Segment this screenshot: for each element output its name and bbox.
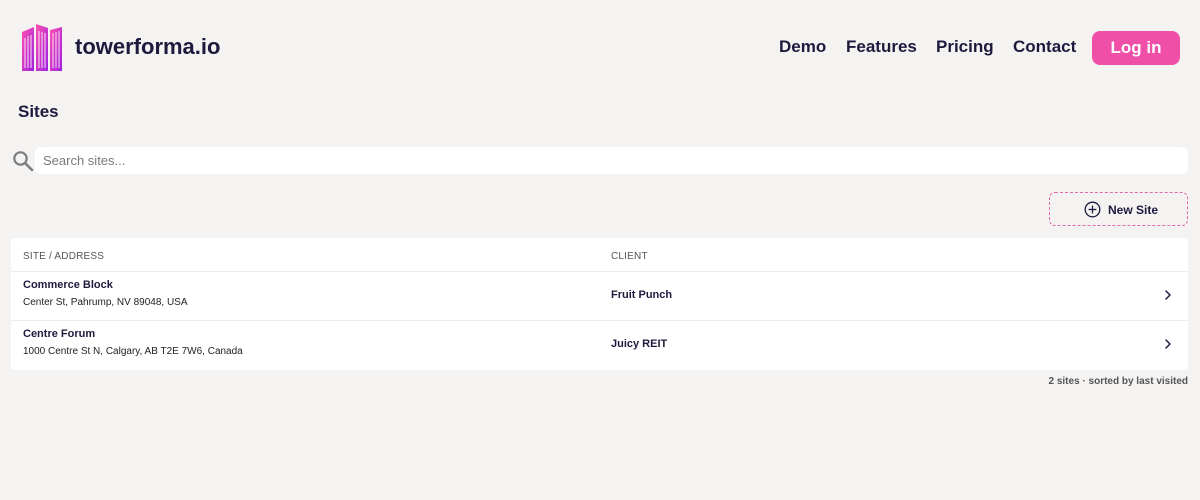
nav-pricing[interactable]: Pricing (936, 37, 994, 57)
search-icon (13, 151, 34, 172)
column-header-site[interactable]: SITE / ADDRESS (23, 251, 104, 262)
site-client: Juicy REIT (611, 338, 668, 350)
sites-summary: 2 sites · sorted by last visited (1048, 376, 1189, 387)
login-button[interactable]: Log in (1092, 31, 1180, 65)
nav-features[interactable]: Features (846, 37, 917, 57)
new-site-button[interactable]: New Site (1049, 192, 1188, 226)
table-row[interactable]: Centre Forum 1000 Centre St N, Calgary, … (11, 320, 1188, 370)
site-name: Commerce Block (23, 279, 113, 291)
site-address: 1000 Centre St N, Calgary, AB T2E 7W6, C… (23, 346, 243, 357)
site-header: towerforma.io Demo Features Pricing Cont… (0, 0, 1200, 96)
nav-contact[interactable]: Contact (1013, 37, 1076, 57)
column-header-client[interactable]: CLIENT (611, 251, 648, 262)
site-name: Centre Forum (23, 328, 96, 340)
brand-name[interactable]: towerforma.io (75, 34, 220, 60)
search-input[interactable] (35, 147, 1188, 174)
new-site-label: New Site (1108, 203, 1159, 217)
chevron-right-icon[interactable] (1161, 337, 1175, 351)
building-logo-icon[interactable] (22, 24, 64, 71)
sites-table: SITE / ADDRESS CLIENT Commerce Block Cen… (11, 238, 1188, 370)
page-title: Sites (18, 102, 59, 121)
plus-circle-icon (1084, 201, 1101, 218)
table-row[interactable]: Commerce Block Center St, Pahrump, NV 89… (11, 271, 1188, 321)
chevron-right-icon[interactable] (1161, 288, 1175, 302)
site-address: Center St, Pahrump, NV 89048, USA (23, 297, 188, 308)
site-client: Fruit Punch (611, 289, 673, 301)
nav-demo[interactable]: Demo (779, 37, 826, 57)
